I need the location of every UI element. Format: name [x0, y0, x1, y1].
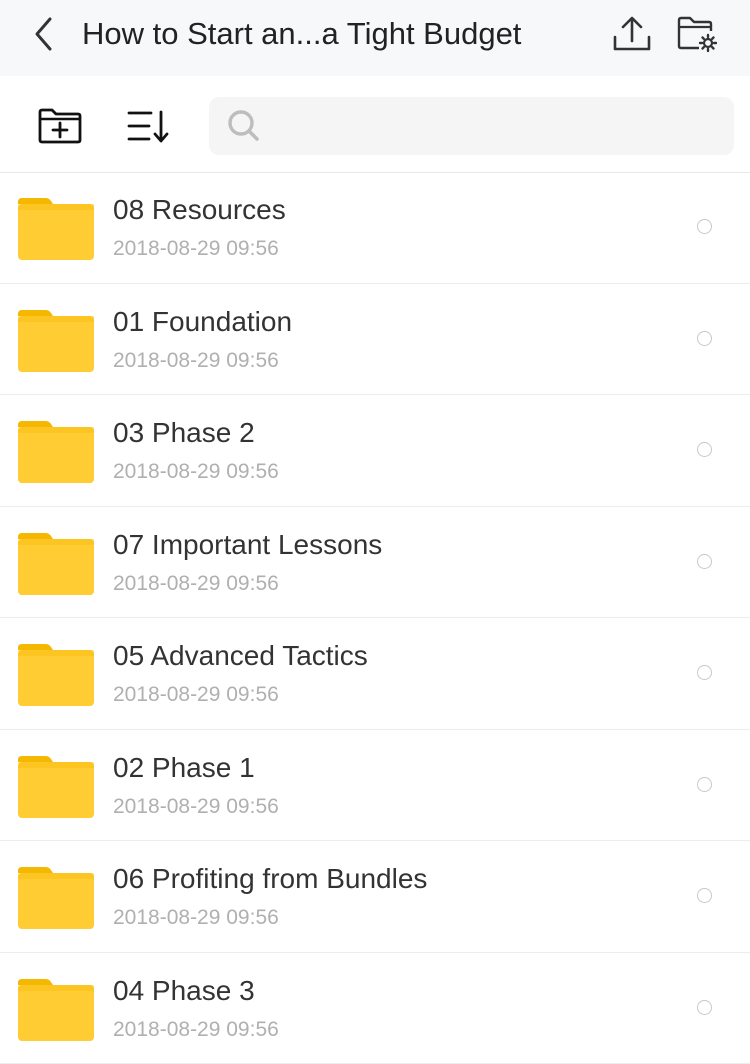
modified-date: 2018-08-29 09:56	[113, 237, 279, 261]
select-radio[interactable]	[697, 331, 712, 346]
modified-date: 2018-08-29 09:56	[113, 460, 279, 484]
modified-date: 2018-08-29 09:56	[113, 1018, 279, 1042]
select-radio[interactable]	[697, 665, 712, 680]
search-bar[interactable]	[209, 97, 734, 155]
folder-name: 06 Profiting from Bundles	[113, 863, 427, 895]
folder-list: 08 Resources 2018-08-29 09:56 01 Foundat…	[0, 172, 750, 1064]
list-item[interactable]: 05 Advanced Tactics 2018-08-29 09:56	[0, 618, 750, 730]
select-radio[interactable]	[697, 442, 712, 457]
folder-icon	[18, 533, 94, 595]
folder-add-icon	[37, 106, 83, 146]
folder-name: 03 Phase 2	[113, 417, 255, 449]
list-item[interactable]: 06 Profiting from Bundles 2018-08-29 09:…	[0, 841, 750, 953]
upload-button[interactable]	[610, 14, 654, 54]
modified-date: 2018-08-29 09:56	[113, 572, 279, 596]
folder-name: 01 Foundation	[113, 306, 292, 338]
folder-name: 04 Phase 3	[113, 975, 255, 1007]
list-item[interactable]: 04 Phase 3 2018-08-29 09:56	[0, 953, 750, 1064]
top-nav-bar: How to Start an...a Tight Budget	[0, 0, 750, 76]
folder-name: 08 Resources	[113, 194, 286, 226]
sort-icon	[125, 108, 171, 144]
chevron-left-icon	[32, 16, 56, 52]
select-radio[interactable]	[697, 1000, 712, 1015]
select-radio[interactable]	[697, 888, 712, 903]
folder-name: 07 Important Lessons	[113, 529, 382, 561]
list-item[interactable]: 07 Important Lessons 2018-08-29 09:56	[0, 507, 750, 619]
folder-icon	[18, 644, 94, 706]
modified-date: 2018-08-29 09:56	[113, 683, 279, 707]
folder-icon	[18, 198, 94, 260]
folder-icon	[18, 867, 94, 929]
new-folder-button[interactable]	[34, 104, 86, 148]
back-button[interactable]	[24, 14, 64, 54]
upload-icon	[612, 15, 652, 53]
toolbar	[0, 76, 750, 173]
list-item[interactable]: 03 Phase 2 2018-08-29 09:56	[0, 395, 750, 507]
select-radio[interactable]	[697, 219, 712, 234]
sort-button[interactable]	[122, 106, 174, 146]
modified-date: 2018-08-29 09:56	[113, 795, 279, 819]
modified-date: 2018-08-29 09:56	[113, 349, 279, 373]
folder-icon	[18, 979, 94, 1041]
search-input[interactable]	[269, 105, 734, 147]
folder-name: 02 Phase 1	[113, 752, 255, 784]
folder-settings-button[interactable]	[674, 12, 718, 54]
folder-icon	[18, 756, 94, 818]
page-title: How to Start an...a Tight Budget	[82, 14, 602, 54]
select-radio[interactable]	[697, 554, 712, 569]
modified-date: 2018-08-29 09:56	[113, 906, 279, 930]
list-item[interactable]: 01 Foundation 2018-08-29 09:56	[0, 284, 750, 396]
select-radio[interactable]	[697, 777, 712, 792]
list-item[interactable]: 08 Resources 2018-08-29 09:56	[0, 172, 750, 284]
folder-gear-icon	[675, 13, 717, 53]
folder-icon	[18, 421, 94, 483]
search-icon	[227, 109, 261, 143]
list-item[interactable]: 02 Phase 1 2018-08-29 09:56	[0, 730, 750, 842]
folder-name: 05 Advanced Tactics	[113, 640, 368, 672]
folder-icon	[18, 310, 94, 372]
